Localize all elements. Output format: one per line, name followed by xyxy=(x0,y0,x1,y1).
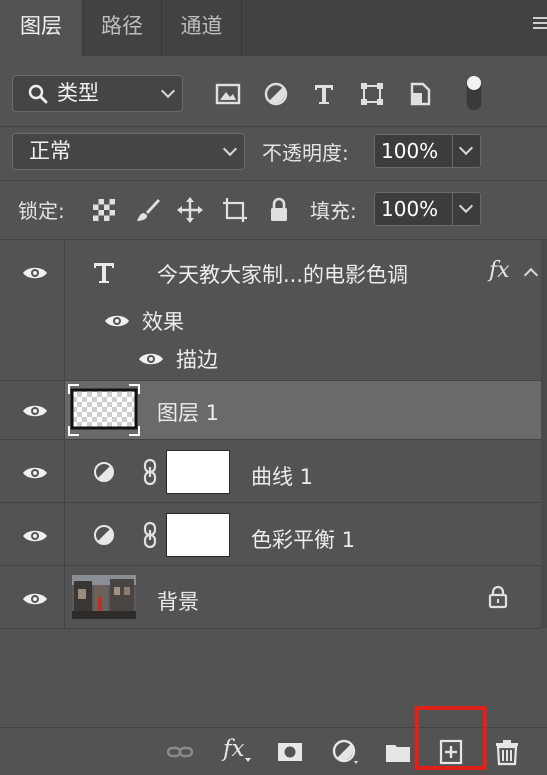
lock-transparent-pixels-icon[interactable] xyxy=(89,195,119,225)
layer-row-text[interactable]: 今天教大家制...的电影色调 fx 效果 描边 xyxy=(0,240,541,380)
chevron-down-icon xyxy=(160,83,176,99)
blend-mode-value: 正常 xyxy=(29,139,71,163)
layer-thumbnail[interactable] xyxy=(67,382,141,438)
filter-shape-layers-icon[interactable] xyxy=(357,79,387,109)
opacity-input[interactable]: 100% xyxy=(374,134,481,168)
blend-mode-select[interactable]: 正常 xyxy=(12,133,245,170)
add-layer-mask-icon[interactable] xyxy=(275,738,305,766)
delete-layer-trash-icon[interactable] xyxy=(492,738,522,766)
chevron-down-icon xyxy=(245,758,251,762)
layer-row-background[interactable]: 背景 xyxy=(0,566,541,628)
opacity-dropdown[interactable] xyxy=(452,135,480,167)
layer-name: 图层 1 xyxy=(157,401,220,425)
panel-tab-bar: 图层 路径 通道 xyxy=(0,0,547,56)
link-chain-icon[interactable] xyxy=(141,458,159,486)
link-layers-icon[interactable] xyxy=(165,738,195,766)
eye-icon[interactable] xyxy=(22,465,48,481)
stroke-eye-icon[interactable] xyxy=(138,351,164,367)
type-layer-icon xyxy=(94,263,114,283)
stroke-effect-label: 描边 xyxy=(176,348,218,372)
opacity-label: 不透明度: xyxy=(262,141,349,165)
filter-adjustment-layers-icon[interactable] xyxy=(261,79,291,109)
panel-menu-icon[interactable] xyxy=(533,14,547,34)
effects-eye-icon[interactable] xyxy=(104,313,130,329)
fill-label: 填充: xyxy=(310,199,357,223)
chevron-down-icon xyxy=(222,141,238,157)
layer-name: 今天教大家制...的电影色调 xyxy=(157,263,409,287)
mask-thumbnail[interactable] xyxy=(166,513,230,557)
mask-thumbnail[interactable] xyxy=(166,450,230,494)
lock-label: 锁定: xyxy=(18,199,65,223)
tab-layers[interactable]: 图层 xyxy=(0,0,83,56)
eye-icon[interactable] xyxy=(22,528,48,544)
layer-row-color-balance[interactable]: 色彩平衡 1 xyxy=(0,503,541,565)
new-fill-adjustment-layer-icon[interactable] xyxy=(330,738,360,766)
tab-channels[interactable]: 通道 xyxy=(162,0,242,56)
new-group-folder-icon[interactable] xyxy=(383,738,413,766)
fx-badge[interactable]: fx xyxy=(489,258,510,283)
layer-name: 背景 xyxy=(157,590,199,614)
filter-toggle-switch[interactable] xyxy=(463,73,485,113)
effects-label: 效果 xyxy=(142,310,184,334)
lock-icon xyxy=(488,585,508,609)
fill-dropdown[interactable] xyxy=(452,193,480,225)
chevron-up-icon[interactable] xyxy=(523,267,539,283)
tab-paths[interactable]: 路径 xyxy=(83,0,162,56)
layers-scrollbar[interactable] xyxy=(541,240,547,628)
filter-smart-objects-icon[interactable] xyxy=(405,79,435,109)
layer-name: 色彩平衡 1 xyxy=(251,528,356,552)
fill-value: 100% xyxy=(381,197,439,221)
lock-position-icon[interactable] xyxy=(175,195,205,225)
link-chain-icon[interactable] xyxy=(141,521,159,549)
layers-list: 今天教大家制...的电影色调 fx 效果 描边 图层 1 曲线 1 色彩平衡 1… xyxy=(0,240,547,630)
filter-kind-select[interactable]: 类型 xyxy=(12,75,183,112)
background-photo-thumbnail[interactable] xyxy=(72,575,136,619)
layer-row-layer1[interactable]: 图层 1 xyxy=(0,381,541,439)
eye-icon[interactable] xyxy=(22,403,48,419)
filter-kind-label: 类型 xyxy=(57,81,99,105)
layer-name: 曲线 1 xyxy=(251,465,314,489)
adjustment-layer-icon xyxy=(94,462,114,482)
eye-icon[interactable] xyxy=(22,591,48,607)
search-icon xyxy=(28,84,48,104)
lock-artboard-icon[interactable] xyxy=(220,195,250,225)
filter-pixel-layers-icon[interactable] xyxy=(213,79,243,109)
opacity-value: 100% xyxy=(381,139,439,163)
adjustment-layer-icon xyxy=(94,525,114,545)
layer-row-curves[interactable]: 曲线 1 xyxy=(0,440,541,502)
lock-image-pixels-icon[interactable] xyxy=(133,195,163,225)
add-layer-style-icon[interactable]: fx xyxy=(223,736,244,762)
filter-type-layers-icon[interactable] xyxy=(309,79,339,109)
lock-all-icon[interactable] xyxy=(264,195,294,225)
annotation-highlight-box xyxy=(415,706,487,770)
fill-input[interactable]: 100% xyxy=(374,192,481,226)
eye-icon[interactable] xyxy=(22,265,48,281)
